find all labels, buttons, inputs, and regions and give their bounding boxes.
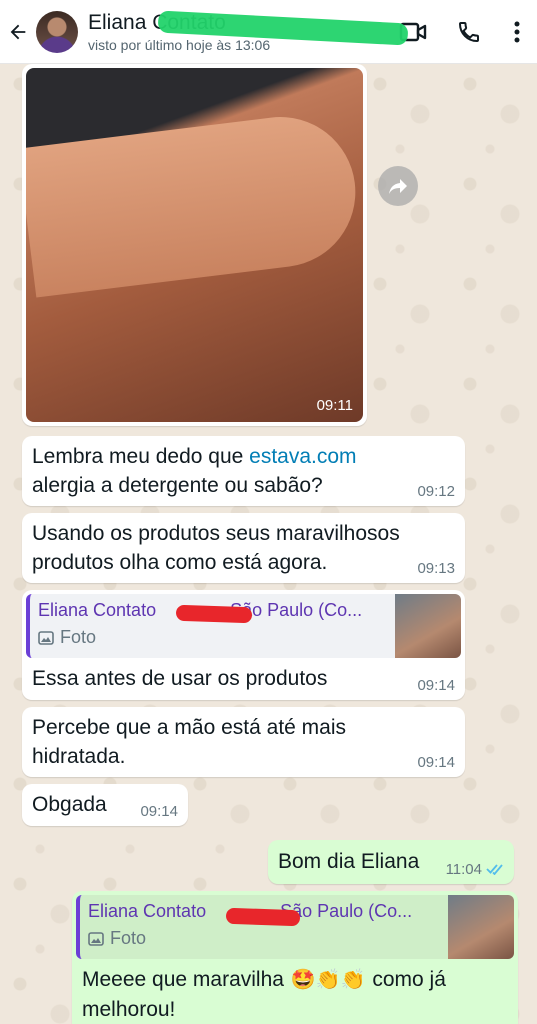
quoted-author-name: Eliana Contato	[88, 901, 207, 921]
incoming-message[interactable]: Usando os produtos seus maravilhosos pro…	[22, 513, 465, 583]
message-time: 09:13	[417, 560, 455, 577]
quoted-type-label: Foto	[110, 928, 147, 948]
photo-message[interactable]: 09:11	[22, 64, 367, 426]
avatar[interactable]	[36, 10, 78, 53]
finger-photo[interactable]: 09:11	[26, 68, 363, 422]
more-options-button[interactable]	[497, 0, 537, 64]
quoted-type: Foto	[88, 928, 440, 949]
outgoing-reply-message[interactable]: Eliana Contato São Paulo (Co... Foto Meee…	[72, 891, 518, 1024]
incoming-message[interactable]: Obgada 09:14	[22, 784, 188, 826]
incoming-reply-message[interactable]: Eliana Contato São Paulo (Co... Foto Essa…	[22, 590, 465, 700]
quoted-type: Foto	[38, 627, 387, 648]
message-time: 09:14	[417, 754, 455, 771]
message-text: Lembra meu dedo que estava.com alergia a…	[32, 442, 402, 500]
image-icon	[38, 630, 54, 645]
quoted-message[interactable]: Eliana Contato São Paulo (Co... Foto	[76, 895, 514, 959]
arrow-left-icon	[10, 24, 26, 39]
quoted-thumbnail	[395, 594, 461, 658]
message-text: Essa antes de usar os produtos	[32, 667, 328, 690]
double-check-icon	[486, 864, 503, 875]
redaction-scribble	[175, 604, 253, 624]
voice-call-button[interactable]	[441, 0, 497, 64]
image-icon	[88, 931, 104, 946]
quoted-author-name: Eliana Contato	[38, 600, 157, 620]
incoming-message[interactable]: Percebe que a mão está até mais hidratad…	[22, 707, 465, 777]
incoming-message[interactable]: Lembra meu dedo que estava.com alergia a…	[22, 436, 465, 506]
forward-icon	[389, 179, 407, 194]
message-text: Percebe que a mão está até mais hidratad…	[32, 716, 347, 768]
photo-content	[26, 108, 363, 298]
message-link[interactable]: estava.com	[249, 445, 356, 468]
message-text-part: Lembra meu dedo que	[32, 445, 250, 468]
back-button[interactable]	[0, 0, 36, 64]
kebab-menu-icon	[514, 21, 520, 42]
message-time: 09:14	[140, 803, 178, 820]
phone-icon	[458, 21, 479, 42]
quoted-message[interactable]: Eliana Contato São Paulo (Co... Foto	[26, 594, 461, 658]
message-text: Usando os produtos seus maravilhosos pro…	[32, 522, 400, 574]
quoted-type-label: Foto	[60, 627, 97, 647]
quoted-body: Eliana Contato São Paulo (Co... Foto	[30, 594, 395, 658]
message-time: 09:12	[417, 483, 455, 500]
chat-header: Eliana Contato visto por último hoje às …	[0, 0, 537, 64]
emoji-group: 🤩👏👏	[290, 969, 366, 991]
contact-info[interactable]: Eliana Contato visto por último hoje às …	[88, 9, 409, 53]
message-text: Meeee que maravilha 🤩👏👏 como já melhorou…	[76, 965, 496, 1024]
message-time: 09:11	[316, 397, 353, 414]
message-time: 11:04	[445, 861, 482, 878]
message-text-part: alergia a detergente ou sabão?	[32, 474, 323, 497]
message-text-part: Meeee que maravilha	[82, 968, 290, 991]
message-time: 09:14	[417, 677, 455, 694]
quoted-thumbnail	[448, 895, 514, 959]
forward-button[interactable]	[378, 166, 418, 206]
redaction-scribble	[225, 907, 301, 927]
outgoing-message[interactable]: Bom dia Eliana 11:04	[268, 840, 514, 884]
quoted-body: Eliana Contato São Paulo (Co... Foto	[80, 895, 448, 959]
